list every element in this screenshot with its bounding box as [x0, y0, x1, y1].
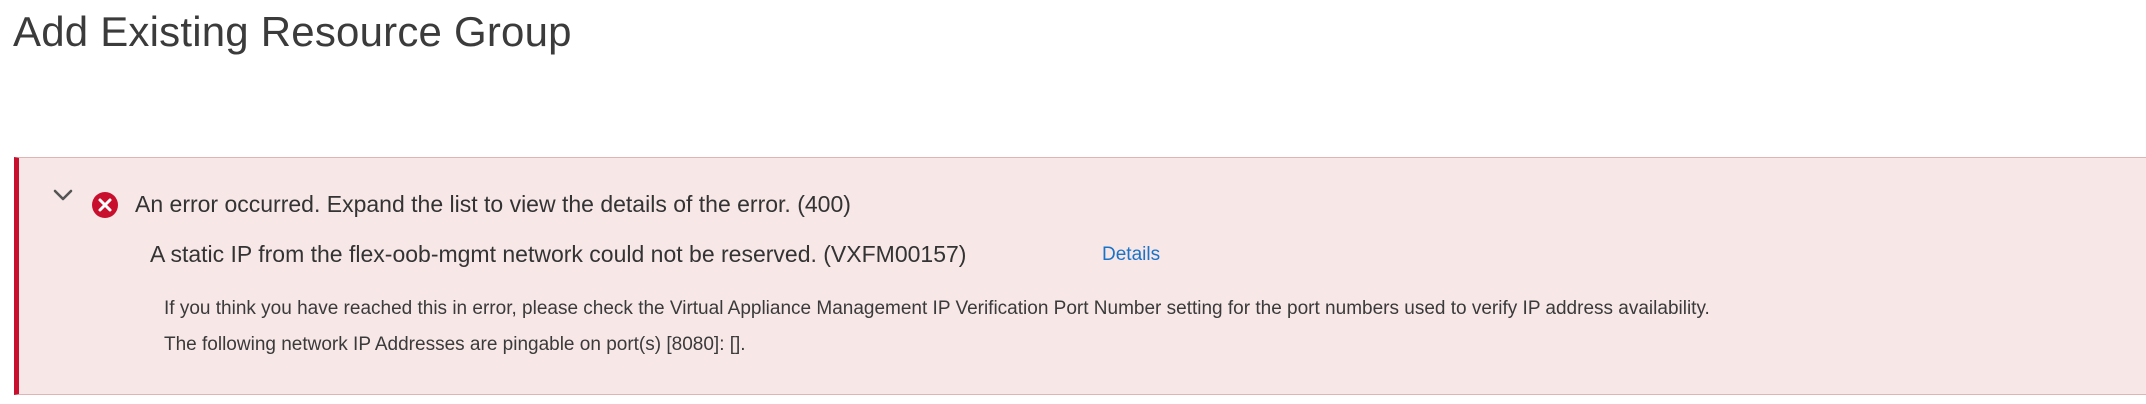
page: Add Existing Resource Group An error occ… — [0, 0, 2146, 404]
error-icon — [91, 191, 119, 219]
page-title: Add Existing Resource Group — [13, 8, 572, 55]
error-summary: An error occurred. Expand the list to vi… — [135, 191, 851, 217]
error-message: A static IP from the flex-oob-mgmt netwo… — [150, 241, 967, 267]
error-detail-line: If you think you have reached this in er… — [164, 298, 1710, 319]
chevron-down-icon[interactable] — [52, 184, 74, 206]
error-alert: An error occurred. Expand the list to vi… — [14, 157, 2146, 395]
error-detail-line: The following network IP Addresses are p… — [164, 334, 746, 355]
details-link[interactable]: Details — [1102, 244, 1160, 266]
